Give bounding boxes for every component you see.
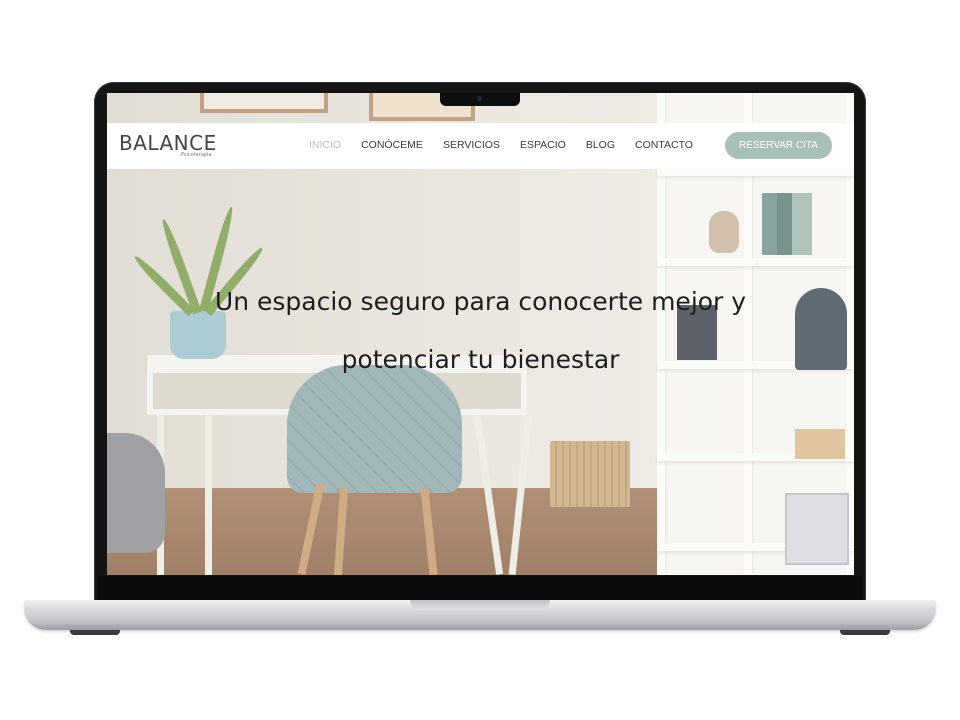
laptop-mockup-stage: BALANCE Psicoterapia INICIO CONÓCEME SER… xyxy=(0,0,960,720)
site-logo-subtitle: Psicoterapia xyxy=(181,152,212,158)
main-nav: INICIO CONÓCEME SERVICIOS ESPACIO BLOG C… xyxy=(309,139,713,151)
laptop-foot xyxy=(840,630,890,635)
hero-title-line-1: Un espacio seguro para conocerte mejor y xyxy=(214,287,747,316)
laptop-foot xyxy=(70,630,120,635)
camera-icon xyxy=(477,96,482,101)
laptop-base-notch xyxy=(410,600,550,610)
reservar-cita-button[interactable]: RESERVAR CITA xyxy=(725,132,832,159)
nav-item-contacto[interactable]: CONTACTO xyxy=(635,139,693,151)
laptop-screen: BALANCE Psicoterapia INICIO CONÓCEME SER… xyxy=(107,93,854,575)
nav-item-blog[interactable]: BLOG xyxy=(586,139,615,151)
nav-item-conoceme[interactable]: CONÓCEME xyxy=(361,139,423,151)
site-header: BALANCE Psicoterapia INICIO CONÓCEME SER… xyxy=(107,123,854,169)
hero-title-line-2: potenciar tu bienestar xyxy=(341,345,620,374)
nav-item-inicio[interactable]: INICIO xyxy=(309,139,341,151)
hero-title: Un espacio seguro para conocerte mejor y… xyxy=(147,273,814,389)
nav-item-servicios[interactable]: SERVICIOS xyxy=(443,139,500,151)
laptop-screen-chin xyxy=(98,576,862,600)
nav-item-espacio[interactable]: ESPACIO xyxy=(520,139,566,151)
